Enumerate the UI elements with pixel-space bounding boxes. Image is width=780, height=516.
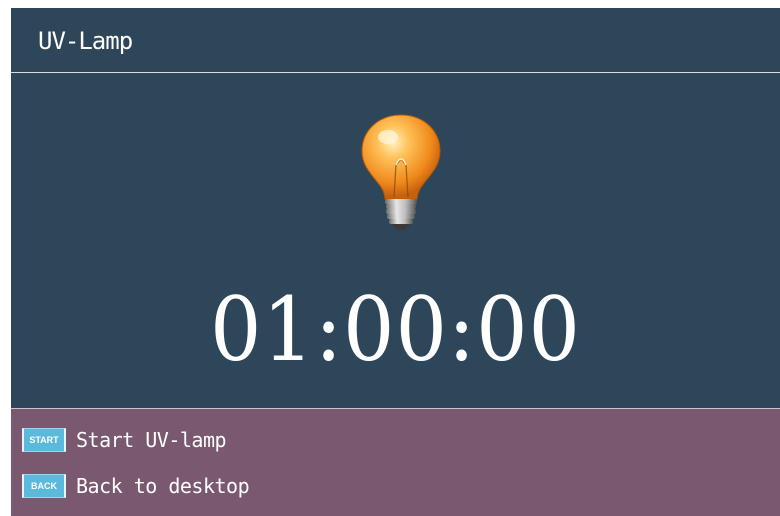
title-bar: UV-Lamp: [11, 8, 780, 73]
page-title: UV-Lamp: [38, 27, 133, 55]
countdown-timer: 01:00:00: [210, 278, 581, 381]
action-footer: START Start UV-lamp BACK Back to desktop: [11, 408, 780, 516]
start-uv-lamp-label: Start UV-lamp: [76, 428, 227, 452]
start-uv-lamp-button[interactable]: START Start UV-lamp: [22, 427, 227, 453]
uv-lamp-screen: UV-Lamp 01:00:00 START Start UV-lamp BAC…: [11, 8, 780, 516]
back-badge-icon: BACK: [22, 474, 66, 498]
light-bulb-icon: [361, 114, 441, 230]
back-to-desktop-button[interactable]: BACK Back to desktop: [22, 473, 250, 499]
start-badge-icon: START: [22, 428, 66, 452]
back-to-desktop-label: Back to desktop: [76, 474, 250, 498]
